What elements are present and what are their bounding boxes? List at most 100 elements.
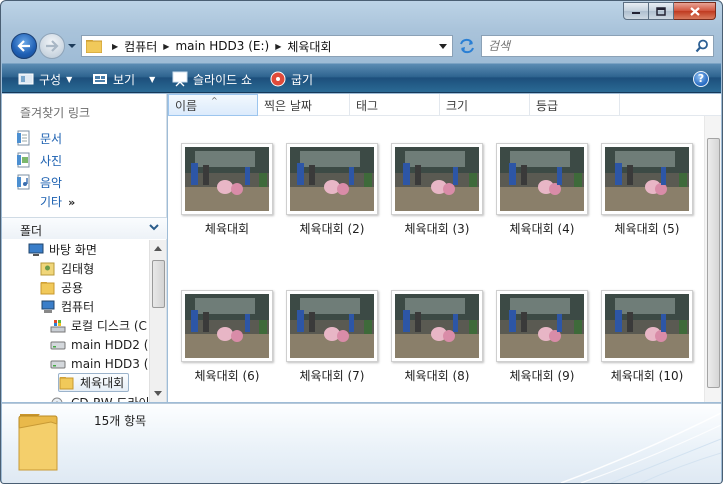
file-tile[interactable]: 체육대회 (5) <box>592 116 693 236</box>
photo-thumbnail[interactable] <box>496 143 588 215</box>
photo-thumbnail[interactable] <box>181 290 273 362</box>
photo-image <box>290 294 374 358</box>
tree-item-cd-drive[interactable]: CD-RW 드라이 <box>50 393 149 402</box>
folder-tree-scrollbar[interactable] <box>149 240 166 402</box>
photo-thumbnail[interactable] <box>391 143 483 215</box>
tree-item-drive-c[interactable]: 로컬 디스크 (C <box>50 316 147 335</box>
documents-icon <box>17 130 30 146</box>
favorite-pictures[interactable]: 사진 <box>16 150 62 170</box>
minimize-button[interactable] <box>623 2 649 20</box>
photo-thumbnail[interactable] <box>181 143 273 215</box>
favorite-documents[interactable]: 문서 <box>16 128 62 148</box>
file-name: 체육대회 (7) <box>299 369 365 383</box>
favorite-music[interactable]: 음악 <box>16 172 62 192</box>
photo-thumbnail[interactable] <box>601 290 693 362</box>
folder-large-icon <box>18 414 58 471</box>
file-name: 체육대회 (4) <box>509 222 575 236</box>
column-tags[interactable]: 태그 <box>350 94 440 116</box>
tree-item-label: CD-RW 드라이 <box>71 394 149 402</box>
tree-item-selected-folder[interactable]: 체육대회 <box>58 373 130 392</box>
chevron-right-icon[interactable]: ▶ <box>163 42 169 51</box>
folders-header[interactable]: 폴더 <box>2 217 167 239</box>
photo-thumbnail[interactable] <box>391 290 483 362</box>
file-tile[interactable]: 체육대회 (6) <box>172 263 273 383</box>
address-bar[interactable]: ▶ 컴퓨터 ▶ main HDD3 (E:) ▶ 체육대회 <box>81 35 453 57</box>
more-links[interactable]: 기타 » <box>40 193 75 210</box>
column-name[interactable]: 이름 ^ <box>168 94 258 116</box>
tree-item-public[interactable]: 공용 <box>40 278 83 297</box>
tree-item-drive-d[interactable]: main HDD2 (D <box>50 335 149 354</box>
file-tile[interactable]: 체육대회 (3) <box>382 116 483 236</box>
maximize-icon <box>656 6 666 16</box>
photo-image <box>395 147 479 211</box>
breadcrumb-drive[interactable]: main HDD3 (E:) <box>175 39 269 53</box>
organize-button[interactable]: 구성 ▼ <box>18 64 72 94</box>
photo-thumbnail[interactable] <box>601 143 693 215</box>
scroll-up-icon[interactable] <box>154 244 162 252</box>
help-icon: ? <box>697 72 705 85</box>
hard-drive-icon <box>50 341 66 349</box>
chevron-right-icon[interactable]: ▶ <box>275 42 281 51</box>
folder-icon <box>40 281 55 294</box>
column-size[interactable]: 크기 <box>440 94 530 116</box>
recent-pages-dropdown[interactable] <box>67 41 77 51</box>
file-list-pane: 이름 ^ 찍은 날짜 태그 크기 등급 체육대회 체육대회 (2) 체육대회 (3)… <box>168 94 721 402</box>
address-dropdown-icon[interactable] <box>438 43 448 51</box>
burn-label: 굽기 <box>291 72 314 87</box>
views-icon <box>93 74 107 84</box>
tree-item-label: 공용 <box>61 281 84 295</box>
address-row: ▶ 컴퓨터 ▶ main HDD3 (E:) ▶ 체육대회 <box>9 31 714 61</box>
file-tile[interactable]: 체육대회 (8) <box>382 263 483 383</box>
file-tile[interactable]: 체육대회 (7) <box>277 263 378 383</box>
photo-image <box>500 294 584 358</box>
help-button[interactable]: ? <box>693 71 709 87</box>
photo-thumbnail[interactable] <box>286 143 378 215</box>
file-tile[interactable]: 체육대회 (2) <box>277 116 378 236</box>
tree-item-desktop[interactable]: 바탕 화면 <box>28 240 97 259</box>
scroll-down-icon[interactable] <box>154 390 162 398</box>
tree-item-label: 로컬 디스크 (C <box>71 319 147 333</box>
caret-down-icon: ▼ <box>66 74 73 84</box>
photo-thumbnail[interactable] <box>496 290 588 362</box>
scrollbar-thumb[interactable] <box>152 260 165 308</box>
slideshow-icon <box>172 71 188 87</box>
column-date-taken[interactable]: 찍은 날짜 <box>258 94 350 116</box>
search-input[interactable] <box>488 39 688 53</box>
file-tile[interactable]: 체육대회 <box>172 116 273 236</box>
content-scrollbar[interactable] <box>704 116 721 402</box>
photo-image <box>500 147 584 211</box>
maximize-button[interactable] <box>649 2 674 20</box>
user-folder-icon <box>40 262 55 275</box>
chevron-right-icon[interactable]: ▶ <box>112 42 118 51</box>
breadcrumb-folder[interactable]: 체육대회 <box>287 38 331 55</box>
photo-image <box>185 147 269 211</box>
caption-buttons <box>623 2 716 20</box>
tree-item-label: 바탕 화면 <box>49 243 97 257</box>
column-rating[interactable]: 등급 <box>530 94 620 116</box>
photo-image <box>605 294 689 358</box>
search-icon[interactable] <box>695 39 709 53</box>
file-tile[interactable]: 체육대회 (9) <box>487 263 588 383</box>
tree-item-drive-e[interactable]: main HDD3 (E <box>50 354 149 373</box>
burn-button[interactable]: 굽기 <box>270 64 313 94</box>
tree-item-label: 김태형 <box>61 262 95 276</box>
file-tile[interactable]: 체육대회 (10) <box>592 263 693 383</box>
slideshow-button[interactable]: 슬라이드 쇼 <box>172 64 252 94</box>
refresh-button[interactable] <box>456 35 478 57</box>
tree-item-user[interactable]: 김태형 <box>40 259 94 278</box>
back-button[interactable] <box>11 33 37 59</box>
views-label: 보기 <box>113 72 136 87</box>
column-label: 태그 <box>356 98 379 113</box>
breadcrumb-computer[interactable]: 컴퓨터 <box>124 38 157 55</box>
tree-item-computer[interactable]: 컴퓨터 <box>40 297 94 316</box>
views-button[interactable]: 보기 ▼ <box>92 64 155 94</box>
forward-button[interactable] <box>39 33 65 59</box>
desktop-icon <box>28 243 44 256</box>
scrollbar-thumb[interactable] <box>707 138 720 388</box>
item-count: 15개 항목 <box>94 414 147 428</box>
refresh-icon <box>460 38 474 54</box>
close-button[interactable] <box>674 2 716 20</box>
file-tile[interactable]: 체육대회 (4) <box>487 116 588 236</box>
more-label: 기타 <box>40 195 63 209</box>
photo-thumbnail[interactable] <box>286 290 378 362</box>
